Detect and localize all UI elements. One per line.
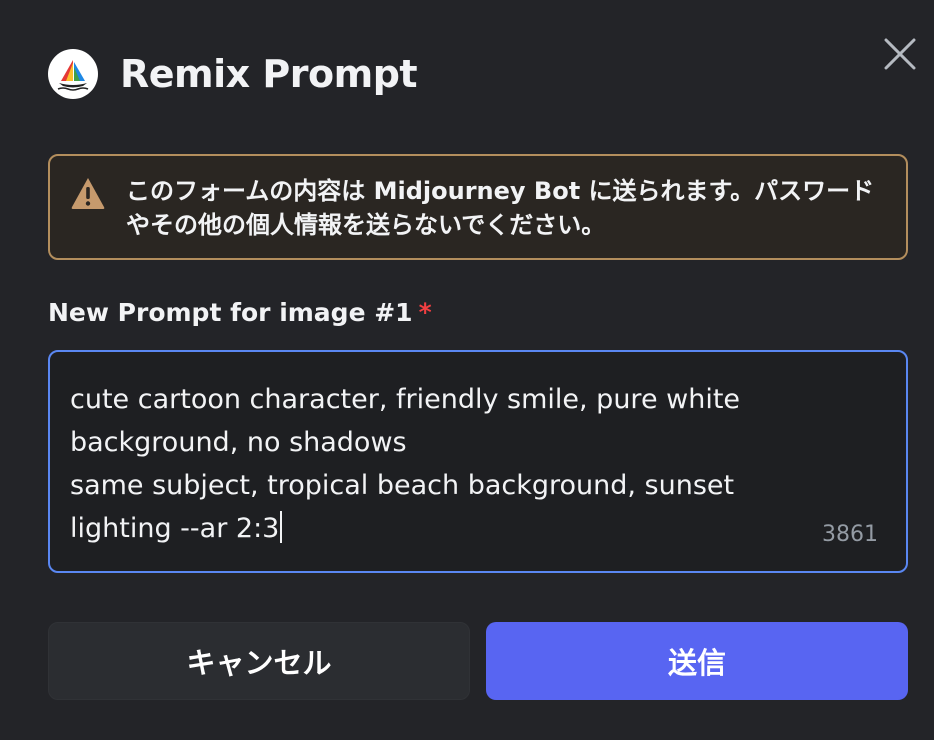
remix-prompt-modal: Remix Prompt このフォームの内容は Midjourney Bot に… (0, 0, 934, 740)
prompt-field-label-text: New Prompt for image #1 (48, 298, 413, 327)
required-indicator: * (418, 298, 432, 327)
modal-header: Remix Prompt (48, 48, 418, 100)
close-button[interactable] (880, 34, 920, 74)
modal-title: Remix Prompt (120, 52, 418, 96)
warning-banner: このフォームの内容は Midjourney Bot に送られます。パスワードやそ… (48, 154, 908, 260)
prompt-text: cute cartoon character, friendly smile, … (70, 384, 741, 544)
prompt-textarea[interactable]: cute cartoon character, friendly smile, … (70, 378, 810, 550)
prompt-textarea-container[interactable]: cute cartoon character, friendly smile, … (48, 350, 908, 573)
text-caret (280, 511, 283, 543)
prompt-field-label: New Prompt for image #1 * (48, 298, 432, 327)
submit-button[interactable]: 送信 (486, 622, 908, 700)
warning-text: このフォームの内容は Midjourney Bot に送られます。パスワードやそ… (126, 177, 875, 239)
character-count: 3861 (822, 522, 878, 547)
midjourney-sailboat-icon (57, 60, 89, 91)
cancel-button[interactable]: キャンセル (48, 622, 470, 700)
warning-icon (71, 178, 105, 209)
midjourney-avatar (48, 49, 98, 99)
close-icon (884, 38, 916, 70)
